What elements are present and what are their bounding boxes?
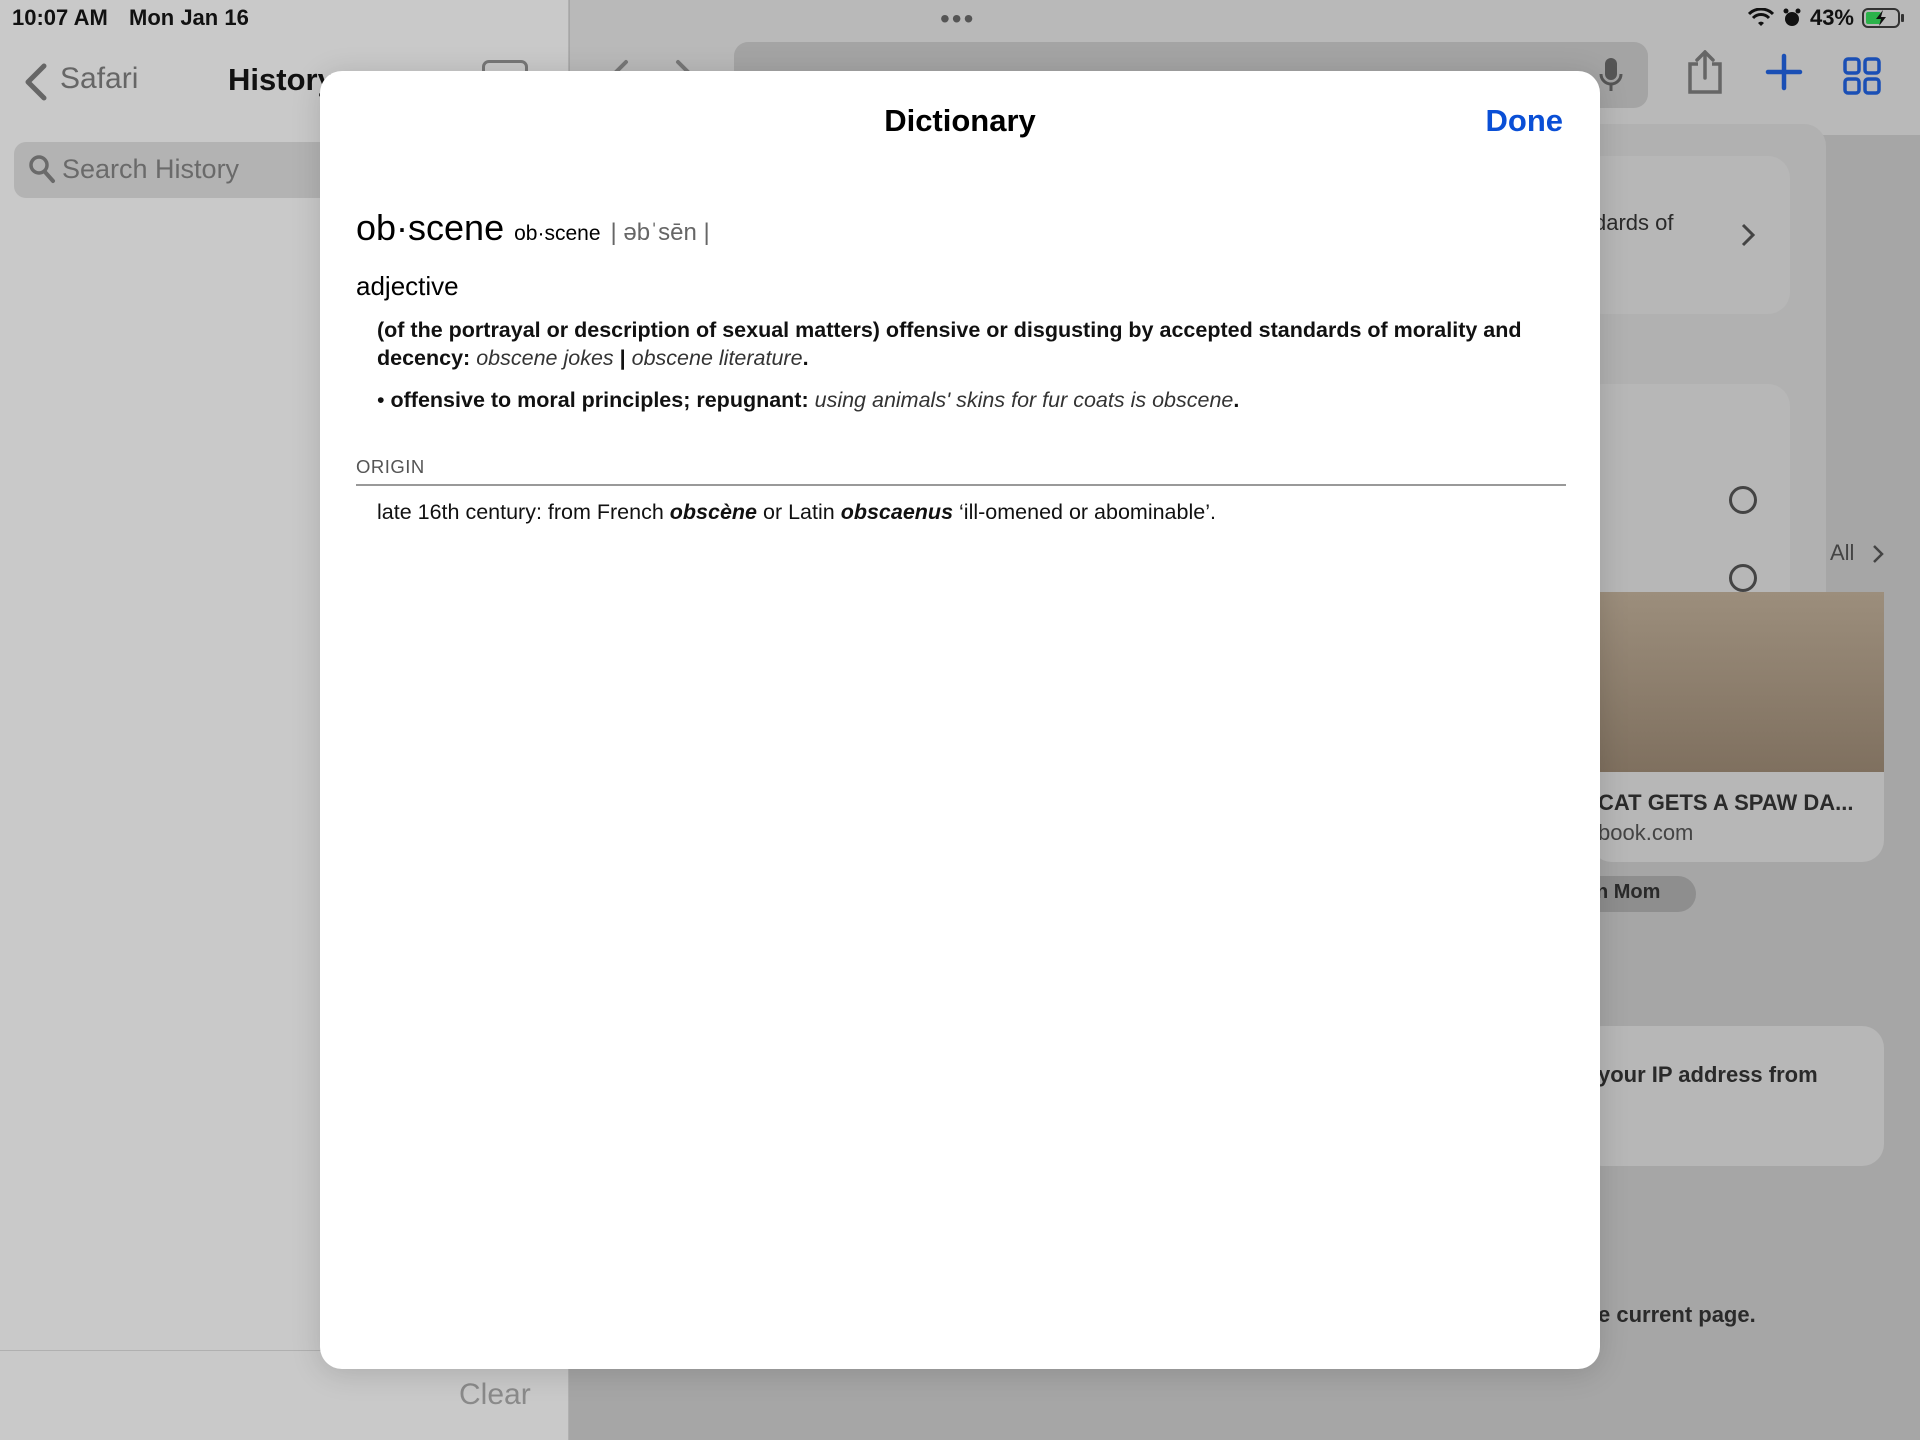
modal-title: Dictionary <box>884 103 1036 138</box>
share-icon[interactable] <box>1686 50 1724 96</box>
suggestion-text: dards of <box>1594 210 1674 235</box>
story-thumbnail[interactable] <box>1590 592 1884 772</box>
shared-with-label: n Mom <box>1596 881 1661 903</box>
dictionary-modal: Dictionary Done ob·scene ob·scene | əbˈs… <box>320 71 1600 1369</box>
arrow-up-left-icon[interactable] <box>1729 564 1757 592</box>
alarm-icon <box>1783 8 1801 26</box>
status-right: 43% <box>1747 5 1906 31</box>
origin-mid: or Latin <box>763 500 835 524</box>
example-separator: | <box>619 346 626 370</box>
microphone-icon[interactable] <box>1598 56 1624 94</box>
origin-word-latin: obscaenus <box>840 500 954 524</box>
multitasking-dots-icon[interactable]: ••• <box>940 5 975 33</box>
search-placeholder: Search History <box>62 154 240 184</box>
page-title: History <box>228 62 335 97</box>
sub-definition: • offensive to moral principles; repugna… <box>377 388 1240 412</box>
story-title: CAT GETS A SPAW DA... <box>1598 790 1854 815</box>
syllables: ob·scene <box>514 222 601 245</box>
back-to-safari-button[interactable]: Safari <box>60 62 138 96</box>
origin-prefix: late 16th century: from French <box>377 500 664 524</box>
definition: (of the portrayal or description of sexu… <box>377 318 1522 370</box>
new-tab-plus-icon[interactable] <box>1764 52 1804 92</box>
story-domain: book.com <box>1598 820 1694 845</box>
headword-line: ob·scene ob·scene | əbˈsēn | <box>356 207 1566 249</box>
status-date: Mon Jan 16 <box>129 5 249 30</box>
pronunciation: | əbˈsēn | <box>610 219 710 246</box>
example-2: obscene literature <box>631 346 803 370</box>
chevron-right-icon <box>1873 545 1884 563</box>
bullet: • <box>377 388 391 412</box>
origin-word-french: obscène <box>669 500 758 524</box>
part-of-speech: adjective <box>356 271 459 301</box>
origin-heading: ORIGIN <box>356 456 1566 486</box>
see-all-link[interactable]: All <box>1830 540 1854 566</box>
battery-percent: 43% <box>1809 5 1854 30</box>
privacy-text: your IP address from <box>1598 1062 1818 1087</box>
done-button[interactable]: Done <box>1486 103 1564 139</box>
footer-text: e current page. <box>1598 1302 1756 1327</box>
clear-history-button[interactable]: Clear <box>459 1378 531 1412</box>
example-1: obscene jokes <box>476 346 614 370</box>
chevron-left-icon[interactable] <box>20 62 54 102</box>
headword: ob·scene <box>356 207 505 248</box>
wifi-icon <box>1747 8 1774 26</box>
origin-text: late 16th century: from French obscène o… <box>377 498 1566 526</box>
arrow-up-left-icon[interactable] <box>1729 486 1757 514</box>
sub-example: using animals' skins for fur coats is ob… <box>814 388 1234 412</box>
sub-definition-text: offensive to moral principles; repugnant… <box>390 388 809 412</box>
origin-suffix: ‘ill-omened or abominable’. <box>959 500 1216 524</box>
battery-charging-icon <box>1862 8 1904 28</box>
status-time: 10:07 AM <box>12 5 108 30</box>
tab-overview-icon[interactable] <box>1842 56 1882 96</box>
privacy-card <box>1580 1026 1884 1166</box>
search-icon <box>29 155 55 183</box>
chevron-right-icon[interactable] <box>1740 222 1756 248</box>
dictionary-entry: ob·scene ob·scene | əbˈsēn | adjective (… <box>356 207 1566 526</box>
story-card[interactable] <box>1590 772 1884 862</box>
